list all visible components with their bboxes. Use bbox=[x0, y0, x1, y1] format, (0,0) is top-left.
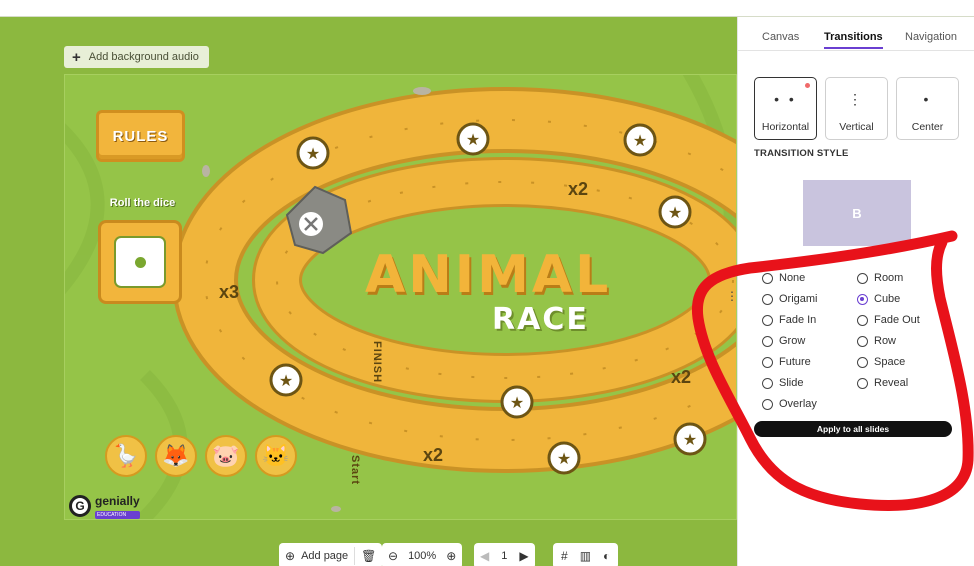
svg-text:★: ★ bbox=[306, 144, 320, 163]
add-page-toolbar: ⊕ Add page 🗑 bbox=[279, 543, 383, 566]
svg-text:★: ★ bbox=[510, 393, 524, 412]
option-overlay[interactable]: Overlay bbox=[762, 398, 817, 410]
logo-text: genially bbox=[95, 494, 140, 508]
drag-handle-icon[interactable]: ⋮ bbox=[726, 290, 738, 302]
plus-icon: + bbox=[72, 48, 81, 66]
radio-icon bbox=[857, 272, 868, 284]
dice-button[interactable] bbox=[98, 220, 182, 304]
radio-icon bbox=[857, 314, 868, 326]
tab-navigation[interactable]: Navigation bbox=[905, 27, 957, 47]
option-slide[interactable]: Slide bbox=[762, 377, 803, 389]
view-tools: # ▥ ◐ bbox=[553, 543, 619, 566]
radio-icon bbox=[762, 293, 773, 305]
radio-icon bbox=[762, 398, 773, 410]
option-cube[interactable]: Cube bbox=[857, 293, 900, 305]
logo-sub: EDUCATION bbox=[95, 511, 140, 519]
zoom-out-icon[interactable]: ⊖ bbox=[388, 549, 398, 563]
player-avatars: 🪿 🦊 🐷 🐱 bbox=[105, 435, 297, 477]
apply-to-all-slides-button[interactable]: Apply to all slides bbox=[754, 421, 952, 437]
add-page-button[interactable]: Add page bbox=[301, 550, 348, 562]
roll-dice-label: Roll the dice bbox=[109, 197, 176, 209]
svg-text:★: ★ bbox=[668, 203, 682, 222]
direction-horizontal[interactable]: • • Horizontal bbox=[754, 77, 817, 140]
radio-icon bbox=[762, 356, 773, 368]
game-subtitle: RACE bbox=[492, 302, 589, 337]
direction-options: • • Horizontal ⋮ Vertical • Center bbox=[754, 77, 959, 140]
option-room[interactable]: Room bbox=[857, 272, 903, 284]
radio-icon bbox=[857, 356, 868, 368]
option-none[interactable]: None bbox=[762, 272, 805, 284]
zoom-value: 100% bbox=[408, 550, 437, 562]
pig-avatar-icon[interactable]: 🐷 bbox=[205, 435, 247, 477]
option-fade-out[interactable]: Fade Out bbox=[857, 314, 920, 326]
finish-label: FINISH bbox=[371, 341, 383, 384]
trash-icon[interactable]: 🗑 bbox=[361, 549, 376, 563]
next-page-icon[interactable]: ▶ bbox=[519, 549, 528, 563]
vertical-dots-icon: ⋮ bbox=[848, 91, 865, 107]
direction-label: Vertical bbox=[839, 121, 874, 133]
transition-style-title: TRANSITION STYLE bbox=[754, 148, 849, 159]
cat-avatar-icon[interactable]: 🐱 bbox=[255, 435, 297, 477]
center-dot-icon: • bbox=[923, 91, 932, 107]
radio-icon bbox=[762, 335, 773, 347]
option-space[interactable]: Space bbox=[857, 356, 905, 368]
properties-panel: Canvas Transitions Navigation • • Horizo… bbox=[726, 17, 974, 566]
genially-logo: G genially EDUCATION bbox=[69, 492, 140, 519]
svg-text:★: ★ bbox=[466, 130, 480, 149]
palette-icon[interactable]: ◐ bbox=[603, 549, 610, 563]
rules-button[interactable]: RULES bbox=[96, 110, 185, 162]
radio-icon bbox=[762, 314, 773, 326]
radio-icon bbox=[857, 335, 868, 347]
radio-selected-icon bbox=[857, 293, 868, 305]
dice-icon bbox=[114, 236, 166, 288]
start-label: Start bbox=[349, 455, 361, 486]
option-fade-in[interactable]: Fade In bbox=[762, 314, 816, 326]
tab-transitions[interactable]: Transitions bbox=[824, 27, 883, 49]
add-background-audio-button[interactable]: + Add background audio bbox=[64, 46, 209, 68]
direction-label: Horizontal bbox=[761, 121, 810, 133]
svg-text:★: ★ bbox=[279, 371, 293, 390]
radio-icon bbox=[762, 272, 773, 284]
svg-text:★: ★ bbox=[557, 449, 571, 468]
top-bar bbox=[0, 0, 974, 17]
multiplier-label: x2 bbox=[568, 179, 589, 199]
tab-canvas[interactable]: Canvas bbox=[762, 27, 799, 47]
add-circle-icon: ⊕ bbox=[285, 549, 296, 563]
panel-tabs: Canvas Transitions Navigation bbox=[738, 27, 974, 51]
radio-icon bbox=[857, 377, 868, 389]
previous-page-icon[interactable]: ◀ bbox=[480, 549, 489, 563]
option-grow[interactable]: Grow bbox=[762, 335, 805, 347]
game-title: ANIMAL bbox=[365, 245, 612, 305]
notification-dot bbox=[805, 83, 810, 88]
svg-text:★: ★ bbox=[633, 131, 647, 150]
genially-logo-icon: G bbox=[69, 494, 91, 517]
option-origami[interactable]: Origami bbox=[762, 293, 818, 305]
game-slide[interactable]: ★ ★ ★ ★ ★ ★ ★ ★ RULES Roll the dice ANIM… bbox=[64, 74, 737, 520]
direction-vertical[interactable]: ⋮ Vertical bbox=[825, 77, 888, 140]
horizontal-dots-icon: • • bbox=[774, 91, 797, 107]
columns-icon[interactable]: ▥ bbox=[580, 549, 591, 563]
direction-center[interactable]: • Center bbox=[896, 77, 959, 140]
add-background-audio-label: Add background audio bbox=[88, 51, 199, 63]
grid-icon[interactable]: # bbox=[561, 549, 568, 563]
page-navigation: ◀ 1 ▶ bbox=[474, 543, 535, 566]
direction-label: Center bbox=[911, 121, 944, 133]
zoom-toolbar: ⊖ 100% ⊕ bbox=[382, 543, 463, 566]
multiplier-label: x3 bbox=[219, 282, 240, 302]
multiplier-label: x2 bbox=[423, 445, 444, 465]
zoom-in-icon[interactable]: ⊕ bbox=[446, 549, 456, 563]
fox-avatar-icon[interactable]: 🦊 bbox=[155, 435, 197, 477]
svg-text:★: ★ bbox=[683, 430, 697, 449]
option-future[interactable]: Future bbox=[762, 356, 811, 368]
goose-avatar-icon[interactable]: 🪿 bbox=[105, 435, 147, 477]
option-reveal[interactable]: Reveal bbox=[857, 377, 908, 389]
transition-preview: B bbox=[803, 180, 911, 246]
radio-icon bbox=[762, 377, 773, 389]
option-row[interactable]: Row bbox=[857, 335, 896, 347]
multiplier-label: x2 bbox=[671, 367, 692, 387]
page-number: 1 bbox=[501, 550, 508, 562]
